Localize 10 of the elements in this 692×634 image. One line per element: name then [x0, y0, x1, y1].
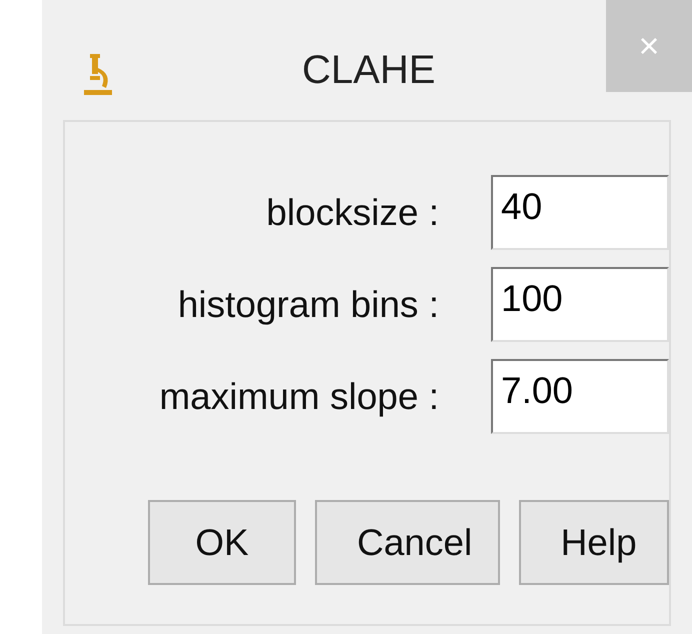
dialog-button[interactable]: Cancel: [315, 500, 500, 585]
input-field[interactable]: 7.00: [491, 359, 669, 434]
input-field[interactable]: 100: [491, 267, 669, 342]
dialog-button[interactable]: OK: [148, 500, 296, 585]
field-label: blocksize :: [265, 190, 439, 235]
dialog-button[interactable]: Help: [518, 500, 669, 585]
window-title: CLAHE: [302, 50, 436, 90]
field-label: maximum slope :: [158, 374, 439, 419]
field-label: histogram bins :: [176, 282, 439, 327]
input-field[interactable]: 40: [491, 175, 669, 250]
